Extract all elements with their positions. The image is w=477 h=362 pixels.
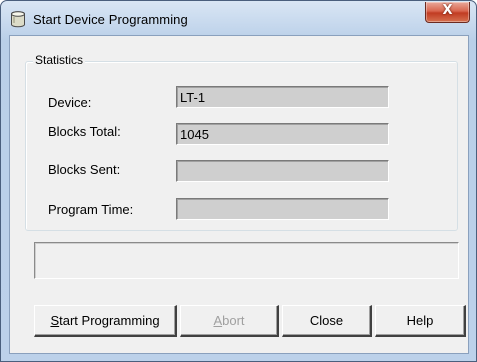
database-cylinder-icon xyxy=(11,11,25,28)
blocks-sent-value xyxy=(176,160,389,182)
title-bar[interactable]: Start Device Programming X xyxy=(1,1,476,35)
abort-button[interactable]: Abort xyxy=(180,305,279,337)
window-close-button[interactable]: X xyxy=(425,2,470,23)
blocks-total-value: 1045 xyxy=(176,123,389,145)
program-time-label: Program Time: xyxy=(48,202,134,217)
help-button[interactable]: Help xyxy=(375,305,466,337)
program-time-value xyxy=(176,198,389,220)
blocks-total-label: Blocks Total: xyxy=(48,124,121,139)
start-programming-button[interactable]: Start Programming xyxy=(34,305,177,337)
device-value: LT-1 xyxy=(176,86,389,108)
window-title: Start Device Programming xyxy=(33,12,188,27)
device-label: Device: xyxy=(48,95,92,110)
start-label-rest: tart Programming xyxy=(59,313,160,328)
status-message-box xyxy=(34,242,459,279)
abort-label-rest: bort xyxy=(222,313,245,328)
abort-mnemonic: A xyxy=(213,313,223,328)
start-mnemonic: S xyxy=(50,313,60,328)
blocks-sent-label: Blocks Sent: xyxy=(48,162,121,177)
close-x-icon: X xyxy=(442,3,453,18)
statistics-legend: Statistics xyxy=(33,53,86,67)
close-button[interactable]: Close xyxy=(282,305,372,337)
